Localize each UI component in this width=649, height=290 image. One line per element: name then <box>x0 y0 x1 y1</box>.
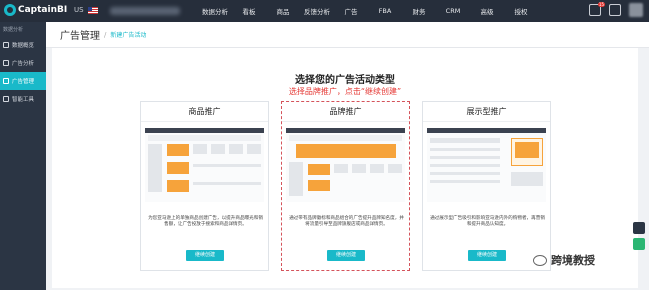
top-right-icons: 15 <box>589 2 643 17</box>
breadcrumb[interactable]: 新建广告活动 <box>110 30 146 39</box>
nav-item-products[interactable]: 商品 <box>266 6 300 16</box>
sponsored-display-preview <box>427 128 546 202</box>
sidebar-item-overview[interactable]: 数据概览 <box>0 36 46 54</box>
avatar[interactable] <box>629 3 643 17</box>
sidebar-item-label: 智能工具 <box>12 97 35 103</box>
sponsored-brands-preview <box>286 128 405 202</box>
ad-icon <box>3 78 9 84</box>
continue-create-button[interactable]: 继续创建 <box>468 250 506 261</box>
sidebar: 数据分析 数据概览 广告分析 广告管理 智能工具 <box>0 22 46 290</box>
page-header: 广告管理 / 新建广告活动 <box>46 22 649 48</box>
watermark: 跨境教授 <box>533 252 595 268</box>
nav-item-fba[interactable]: FBA <box>368 7 402 15</box>
instruction-text: 选择品牌推广，点击“继续创建” <box>288 87 402 96</box>
grid-icon <box>3 42 9 48</box>
sponsored-products-card[interactable]: 商品推广 为您亚马逊上的单独商品创建广告，以提升商品曝光和销售额，让广告投放于搜… <box>140 101 269 271</box>
sponsored-brands-card[interactable]: 品牌推广 通过带有品牌徽标和商品组合的广告提升品牌知名度，并将流量引导至品牌旗舰… <box>281 101 410 271</box>
campaign-type-heading: 选择您的广告活动类型 <box>295 75 395 86</box>
nav-item-authorize[interactable]: 授权 <box>504 6 538 16</box>
sponsored-display-card[interactable]: 展示型推广 通过展示型广告吸引和影响亚马逊内外的购物者，再营销和提升商品认知度。… <box>422 101 551 271</box>
sidebar-header-label: 数据分析 <box>3 26 24 33</box>
us-flag-icon <box>87 6 98 14</box>
captainbi-logo[interactable]: CaptainBI <box>4 4 67 16</box>
watermark-text: 跨境教授 <box>551 254 595 267</box>
sponsored-products-preview <box>145 128 264 202</box>
chat-icon[interactable] <box>633 238 645 250</box>
blurred-account-name <box>110 7 180 15</box>
nav-item-dashboard[interactable]: 看板 <box>232 6 266 16</box>
sidebar-header: 数据分析 <box>0 22 46 36</box>
chart-icon <box>3 60 9 66</box>
floating-tools <box>633 222 645 250</box>
card-description: 通过带有品牌徽标和商品组合的广告提升品牌知名度，并将流量引导至品牌旗舰店或商品详… <box>289 216 404 227</box>
continue-create-button[interactable]: 继续创建 <box>327 250 365 261</box>
logo-mark-icon <box>4 4 16 16</box>
message-icon[interactable] <box>609 4 621 16</box>
breadcrumb-separator: / <box>104 30 107 39</box>
store-selector[interactable]: US <box>74 6 98 14</box>
continue-create-button[interactable]: 继续创建 <box>186 250 224 261</box>
card-title: 商品推广 <box>141 102 268 122</box>
main-nav: 数据分析 看板 商品 反馈分析 广告 FBA 财务 CRM 高级 授权 <box>198 0 538 22</box>
page-title: 广告管理 <box>60 31 100 42</box>
sidebar-item-label: 广告分析 <box>12 61 35 67</box>
sidebar-item-label: 广告管理 <box>12 79 35 85</box>
nav-item-crm[interactable]: CRM <box>436 7 470 15</box>
card-description: 为您亚马逊上的单独商品创建广告，以提升商品曝光和销售额，让广告投放于搜索和商品详… <box>148 216 263 227</box>
logo-text: CaptainBI <box>18 5 68 15</box>
card-title: 品牌推广 <box>282 102 409 122</box>
store-code: US <box>74 6 84 14</box>
tool-icon <box>3 96 9 102</box>
nav-item-ads[interactable]: 广告 <box>334 6 368 16</box>
sidebar-item-ad-management[interactable]: 广告管理 <box>0 72 46 90</box>
notification-icon[interactable]: 15 <box>589 2 605 16</box>
card-description: 通过展示型广告吸引和影响亚马逊内外的购物者，再营销和提升商品认知度。 <box>430 216 545 227</box>
notification-badge: 15 <box>597 2 605 7</box>
wechat-icon <box>533 254 547 266</box>
nav-item-feedback[interactable]: 反馈分析 <box>300 6 334 16</box>
sidebar-item-ad-analysis[interactable]: 广告分析 <box>0 54 46 72</box>
card-title: 展示型推广 <box>423 102 550 122</box>
nav-item-finance[interactable]: 财务 <box>402 6 436 16</box>
sidebar-item-label: 数据概览 <box>12 43 35 49</box>
top-navigation-bar: CaptainBI US 数据分析 看板 商品 反馈分析 广告 FBA 财务 C… <box>0 0 649 22</box>
nav-item-advanced[interactable]: 高级 <box>470 6 504 16</box>
nav-item-data-analysis[interactable]: 数据分析 <box>198 6 232 16</box>
sidebar-item-smart-tools[interactable]: 智能工具 <box>0 90 46 108</box>
customer-service-icon[interactable] <box>633 222 645 234</box>
